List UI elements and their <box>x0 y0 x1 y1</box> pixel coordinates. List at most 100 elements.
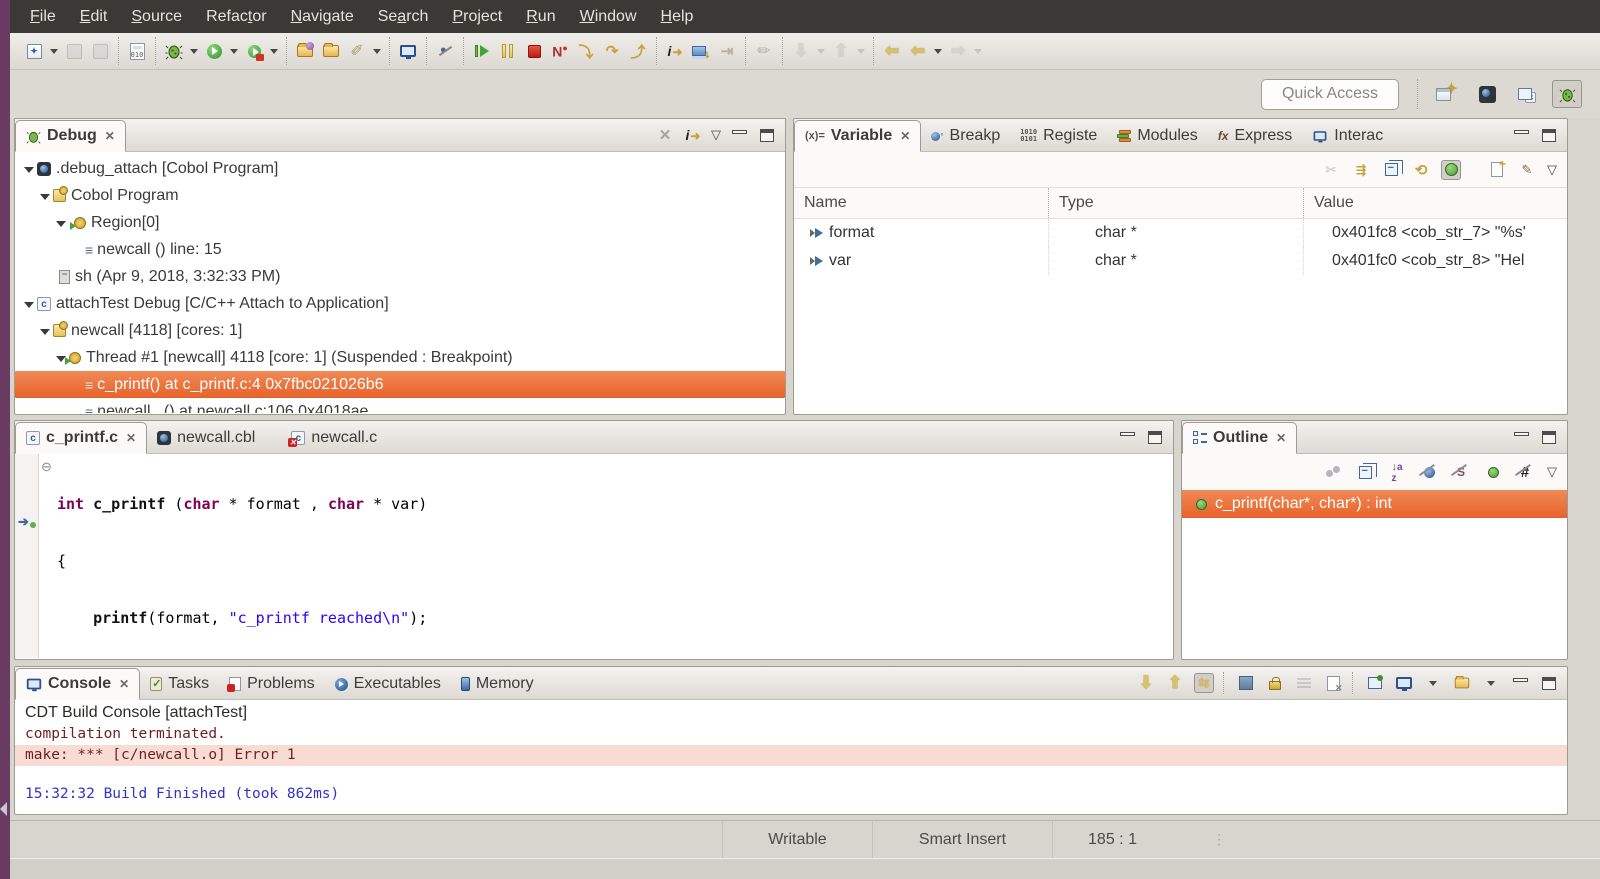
tree-item-frame-selected[interactable]: ≡ c_printf() at c_printf.c:4 0x7fbc02102… <box>15 371 785 398</box>
sort-icon[interactable]: az <box>1387 462 1407 482</box>
run-coverage-dropdown-icon[interactable] <box>267 38 281 64</box>
console-output[interactable]: CDT Build Console [attachTest] compilati… <box>15 700 1567 813</box>
instruction-stepping-mode-icon[interactable]: i <box>683 125 703 145</box>
show-logical-structure-icon[interactable]: ⇶ <box>1351 160 1371 180</box>
edit-watch-icon[interactable]: ✎ <box>1517 160 1537 180</box>
tree-item-frame[interactable]: ≡ newcall () line: 15 <box>15 236 785 263</box>
pin-console-icon[interactable] <box>1365 673 1385 693</box>
link-with-editor-icon[interactable] <box>1323 462 1343 482</box>
tree-item-region[interactable]: Region[0] <box>15 209 785 236</box>
previous-console-icon[interactable]: ⬆ <box>1165 673 1185 693</box>
back-icon[interactable]: ⬅ <box>905 38 931 64</box>
disconnect-icon[interactable]: N● <box>547 38 573 64</box>
last-edit-location-icon[interactable]: ⬅ <box>879 38 905 64</box>
column-name[interactable]: Name <box>794 188 1049 218</box>
open-console-dropdown-icon[interactable] <box>1481 673 1501 693</box>
suspend-icon[interactable] <box>495 38 521 64</box>
maximize-icon[interactable] <box>1539 125 1559 145</box>
new-watch-icon[interactable] <box>1487 160 1507 180</box>
terminate-icon[interactable] <box>521 38 547 64</box>
tab-problems[interactable]: Problems <box>219 668 325 700</box>
step-over-icon[interactable]: ↷ <box>599 38 625 64</box>
close-icon[interactable]: ✕ <box>124 431 136 445</box>
tab-interactive[interactable]: Interac <box>1302 120 1393 152</box>
collapsed-panel-arrow-icon[interactable] <box>0 802 7 816</box>
display-console-dropdown-icon[interactable] <box>1423 673 1443 693</box>
save-output-icon[interactable] <box>1236 673 1256 693</box>
run-icon[interactable] <box>201 38 227 64</box>
remove-all-terminated-icon[interactable]: ✕ <box>655 125 675 145</box>
tree-item-c-process[interactable]: newcall [4118] [cores: 1] <box>15 317 785 344</box>
close-icon[interactable]: ✕ <box>117 677 129 691</box>
maximize-icon[interactable] <box>1539 427 1559 447</box>
expander-icon[interactable] <box>53 214 69 232</box>
column-value[interactable]: Value <box>1304 188 1567 218</box>
tree-item-process[interactable]: Cobol Program <box>15 182 785 209</box>
minimize-icon[interactable] <box>729 125 749 145</box>
expander-icon[interactable] <box>37 187 53 205</box>
view-menu-icon[interactable]: ▽ <box>1547 464 1557 480</box>
hide-non-public-icon[interactable]: # <box>1515 462 1535 482</box>
display-selected-console-icon[interactable] <box>1394 673 1414 693</box>
variable-row[interactable]: var char * 0x401fc0 <cob_str_8> "Hel <box>794 247 1567 275</box>
menu-project[interactable]: Project <box>440 4 514 30</box>
tab-editor-c-printf[interactable]: c c_printf.c ✕ <box>15 422 147 454</box>
new-wizard-dropdown-icon[interactable] <box>47 38 61 64</box>
outline-item-selected[interactable]: c_printf(char*, char*) : int <box>1182 490 1567 518</box>
tab-debug[interactable]: Debug ✕ <box>15 120 126 152</box>
debug-perspective-icon[interactable] <box>1552 80 1582 108</box>
hide-static-icon[interactable]: S <box>1451 462 1471 482</box>
tab-tasks[interactable]: Tasks <box>140 668 219 700</box>
forward-icon[interactable]: ➡ <box>945 38 971 64</box>
previous-annotation-dropdown-icon[interactable] <box>854 38 868 64</box>
variable-row[interactable]: format char * 0x401fc8 <cob_str_7> "%s' <box>794 219 1567 247</box>
menu-edit[interactable]: Edit <box>68 4 120 30</box>
open-type-icon[interactable] <box>292 38 318 64</box>
tab-console[interactable]: Console ✕ <box>15 668 140 700</box>
clear-console-icon[interactable] <box>1323 673 1343 693</box>
expander-icon[interactable] <box>37 322 53 340</box>
minimize-icon[interactable] <box>1511 427 1531 447</box>
tree-item-frame[interactable]: ≡ newcall_ () at newcall.c:106 0x4018ae <box>15 398 785 413</box>
mark-occurrences-pen-icon[interactable]: ✐ <box>344 38 370 64</box>
tab-registers[interactable]: 10100101 Registe <box>1010 120 1107 152</box>
debug-icon[interactable] <box>161 38 187 64</box>
show-full-paths-icon[interactable]: ↴ <box>688 38 714 64</box>
save-icon[interactable] <box>61 38 87 64</box>
menu-run[interactable]: Run <box>514 4 567 30</box>
tab-breakpoints[interactable]: ° Breakp <box>921 120 1010 152</box>
refresh-icon[interactable]: ⟲ <box>1411 160 1431 180</box>
tab-executables[interactable]: Executables <box>325 668 451 700</box>
tab-expressions[interactable]: fx Express <box>1208 120 1302 152</box>
show-columns-icon[interactable]: ✂ <box>1321 160 1341 180</box>
step-into-icon[interactable]: ⤵ <box>573 38 599 64</box>
open-resource-icon[interactable] <box>318 38 344 64</box>
next-annotation-dropdown-icon[interactable] <box>814 38 828 64</box>
scroll-lock-icon[interactable] <box>1265 673 1285 693</box>
resume-icon[interactable] <box>469 38 495 64</box>
open-console-toolbar-icon[interactable] <box>395 38 421 64</box>
menu-navigate[interactable]: Navigate <box>279 4 366 30</box>
column-type[interactable]: Type <box>1049 188 1304 218</box>
step-return-icon[interactable]: ⤴ <box>625 38 651 64</box>
console-switch-icon[interactable]: ⇆ <box>1194 673 1214 693</box>
new-wizard-icon[interactable]: ✦ <box>21 38 47 64</box>
cdt-perspective-icon[interactable]: c <box>1512 80 1542 108</box>
tab-variables[interactable]: (x)= Variable ✕ <box>794 120 921 152</box>
collapse-all-icon[interactable] <box>1355 462 1375 482</box>
tree-item-c-launch[interactable]: c attachTest Debug [C/C++ Attach to Appl… <box>15 290 785 317</box>
restart-flow-icon[interactable]: ⇥ <box>714 38 740 64</box>
maximize-icon[interactable] <box>1145 427 1165 447</box>
tab-modules[interactable]: Modules <box>1107 120 1207 152</box>
menu-help[interactable]: Help <box>649 4 706 30</box>
expander-icon[interactable] <box>21 295 37 313</box>
maximize-icon[interactable] <box>757 125 777 145</box>
fold-collapse-icon[interactable]: ⊖ <box>41 459 52 475</box>
save-all-icon[interactable] <box>87 38 113 64</box>
open-console-icon[interactable] <box>1452 673 1472 693</box>
close-icon[interactable]: ✕ <box>103 129 115 143</box>
tree-item-launch[interactable]: .debug_attach [Cobol Program] <box>15 155 785 182</box>
hide-fields-icon[interactable] <box>1419 462 1439 482</box>
run-coverage-icon[interactable] <box>241 38 267 64</box>
auto-refresh-icon[interactable] <box>1441 160 1461 180</box>
